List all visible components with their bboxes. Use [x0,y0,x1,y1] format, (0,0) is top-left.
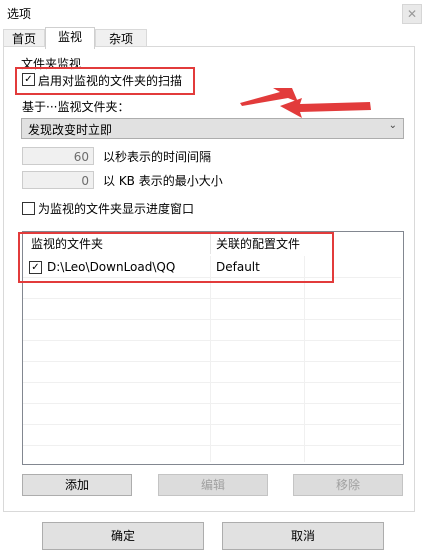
edit-button[interactable]: 编辑 [158,474,268,496]
monitor-mode-select[interactable]: 发现改变时立即 ⌄ [21,118,404,139]
close-button[interactable]: ✕ [402,4,422,24]
window-title: 选项 [7,7,32,21]
show-progress-label[interactable]: 为监视的文件夹显示进度窗口 [38,200,194,217]
grid-line [304,256,305,462]
grid-line [23,340,401,341]
based-on-label: 基于···监视文件夹： [22,100,130,114]
tab-monitor[interactable]: 监视 [45,27,95,49]
show-progress-checkbox[interactable] [22,202,35,215]
grid-line [210,256,211,462]
grid-line [23,382,401,383]
min-size-label: 以 KB 表示的最小大小 [103,174,223,188]
grid-line [23,403,401,404]
enable-scan-label[interactable]: 启用对监视的文件夹的扫描 [38,72,182,89]
check-icon: ✓ [24,74,33,85]
interval-label: 以秒表示的时间间隔 [103,150,212,164]
grid-line [23,361,401,362]
ok-button[interactable]: 确定 [42,522,204,550]
annotation-box-folder-row [18,232,334,283]
grid-line [23,445,401,446]
interval-input[interactable]: 60 [22,147,94,165]
close-icon: ✕ [406,7,418,21]
add-button[interactable]: 添加 [22,474,132,496]
chevron-down-icon: ⌄ [388,120,397,131]
grid-line [23,298,401,299]
enable-scan-checkbox[interactable]: ✓ [22,73,35,86]
title-bar: 选项 ✕ [0,0,426,26]
monitor-mode-value: 发现改变时立即 [28,123,113,137]
min-size-input[interactable]: 0 [22,171,94,189]
grid-line [23,424,401,425]
remove-button[interactable]: 移除 [293,474,403,496]
cancel-button[interactable]: 取消 [222,522,384,550]
grid-line [23,319,401,320]
